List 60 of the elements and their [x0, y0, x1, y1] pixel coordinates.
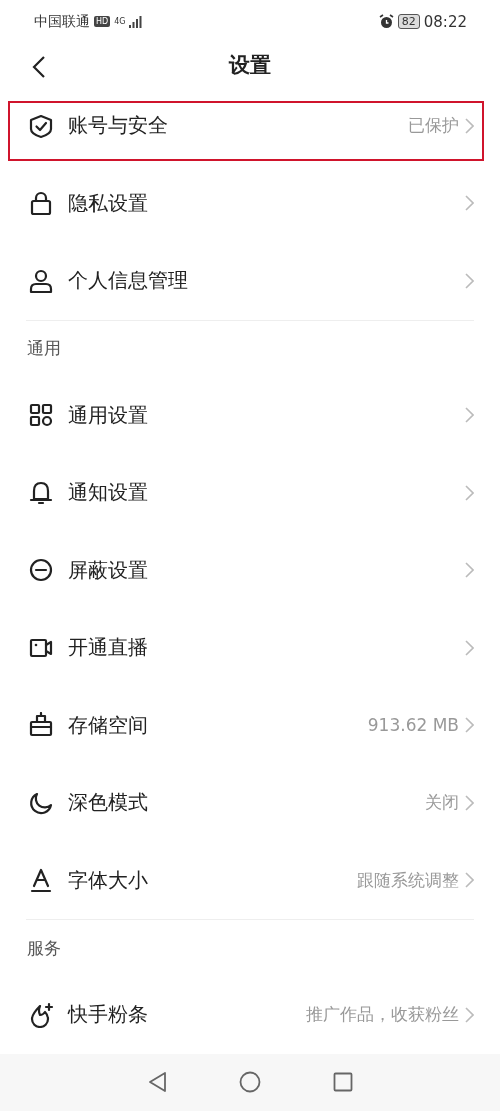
settings-row[interactable]: 存储空间 913.62 MB — [0, 686, 500, 765]
chevron-right-icon — [465, 407, 474, 424]
battery-level: 82 — [397, 14, 420, 30]
hd-badge: HD — [94, 16, 111, 28]
row-label: 通知设置 — [68, 479, 149, 507]
settings-row[interactable]: 通用设置 — [0, 376, 500, 455]
settings-row[interactable]: 开通直播 — [0, 609, 500, 687]
settings-row[interactable]: 快手粉条 推广作品，收获粉丝 — [0, 976, 500, 1054]
carrier-name: 中国联通 — [34, 12, 90, 31]
row-label: 开通直播 — [68, 634, 149, 662]
settings-row[interactable]: 通知设置 — [0, 454, 500, 532]
grid-icon — [28, 402, 54, 429]
recents-nav-icon[interactable] — [333, 1072, 353, 1093]
section-header: 通用 — [26, 337, 62, 361]
chevron-right-icon — [465, 272, 474, 289]
block-icon — [28, 557, 54, 584]
row-label: 屏蔽设置 — [68, 556, 149, 584]
chevron-right-icon — [465, 872, 474, 889]
chevron-right-icon — [465, 117, 474, 134]
alarm-clock-icon — [378, 14, 394, 30]
row-value: 已保护 — [408, 114, 459, 138]
row-value: 推广作品，收获粉丝 — [306, 1003, 459, 1027]
flame-plus-icon — [28, 1001, 54, 1028]
settings-row[interactable]: 屏蔽设置 — [0, 531, 500, 610]
chevron-right-icon — [465, 195, 474, 212]
settings-row[interactable]: 隐私设置 — [0, 164, 500, 243]
row-label: 字体大小 — [68, 866, 149, 894]
row-label: 通用设置 — [68, 401, 149, 429]
chevron-right-icon — [465, 717, 474, 734]
row-value: 913.62 MB — [367, 715, 459, 736]
bell-icon — [28, 479, 54, 506]
page-title: 设置 — [229, 52, 271, 80]
row-value: 跟随系统调整 — [357, 868, 459, 892]
settings-row[interactable]: 账号与安全 已保护 — [0, 87, 500, 165]
row-label: 快手粉条 — [68, 1001, 149, 1029]
signal-icon — [129, 15, 144, 29]
row-value: 关闭 — [425, 791, 459, 815]
settings-row[interactable]: 深色模式 关闭 — [0, 764, 500, 842]
clock-time: 08:22 — [423, 12, 467, 31]
row-label: 个人信息管理 — [68, 267, 189, 295]
chevron-right-icon — [465, 484, 474, 501]
chevron-right-icon — [465, 562, 474, 579]
row-label: 存储空间 — [68, 711, 149, 739]
chevron-right-icon — [465, 794, 474, 811]
section-header: 服务 — [26, 936, 62, 960]
font-size-icon — [28, 867, 54, 894]
toolbox-icon — [28, 712, 54, 739]
row-label: 隐私设置 — [68, 189, 149, 217]
settings-row[interactable]: 个人信息管理 — [0, 242, 500, 320]
chevron-right-icon — [465, 639, 474, 656]
back-nav-icon[interactable] — [147, 1071, 167, 1094]
shield-check-icon — [28, 112, 54, 139]
chevron-right-icon — [465, 1006, 474, 1023]
lock-icon — [28, 190, 54, 217]
network-type: 4G — [114, 17, 126, 26]
home-nav-icon[interactable] — [239, 1071, 261, 1094]
row-label: 深色模式 — [68, 789, 149, 817]
person-icon — [28, 267, 54, 294]
row-label: 账号与安全 — [68, 112, 169, 140]
settings-row[interactable]: 字体大小 跟随系统调整 — [0, 841, 500, 920]
